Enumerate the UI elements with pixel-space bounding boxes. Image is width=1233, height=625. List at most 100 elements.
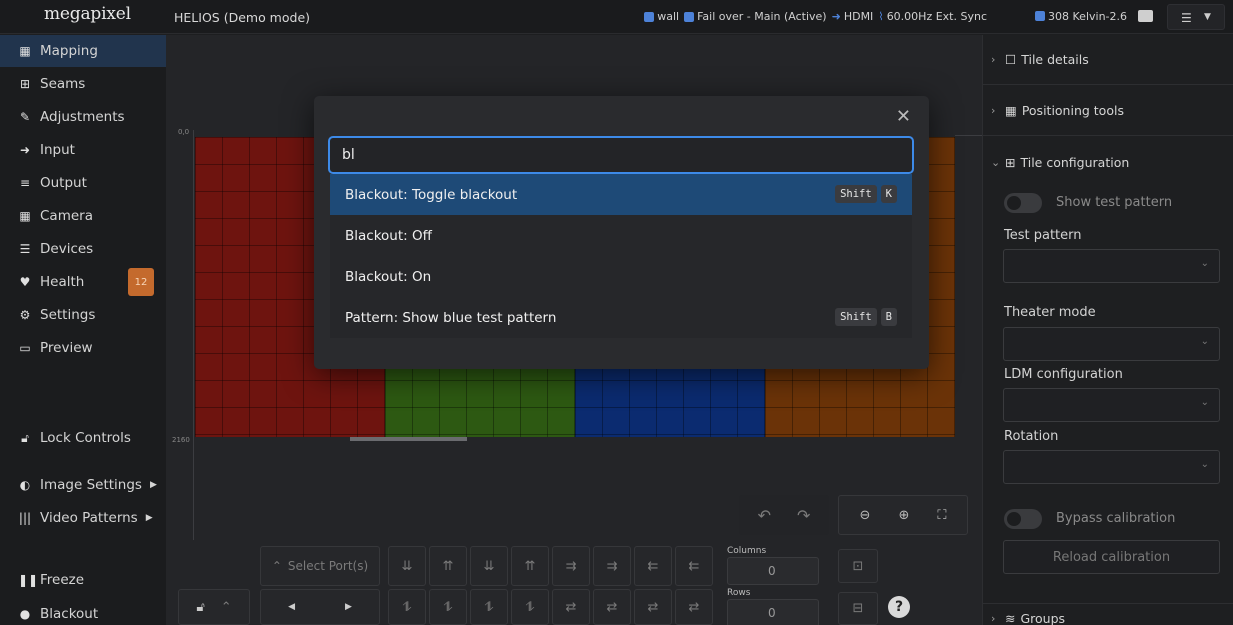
rows-input[interactable]: 0: [727, 599, 819, 625]
routing-pattern-button[interactable]: ⇈: [429, 546, 467, 586]
theater-mode-select[interactable]: ⌄: [1003, 327, 1220, 361]
sidebar-item-output[interactable]: ≡ Output: [0, 167, 166, 199]
blackout-button[interactable]: ● Blackout: [0, 598, 166, 625]
ldm-configuration-label: LDM configuration: [1004, 367, 1123, 382]
ruler-top-label: 0,0: [178, 128, 190, 136]
tile-configuration-section[interactable]: ⌄ ⊞ Tile configuration: [983, 137, 1233, 187]
positioning-tools-section[interactable]: › ▦ Positioning tools: [983, 86, 1233, 136]
sidebar-item-adjustments[interactable]: ✎ Adjustments: [0, 101, 166, 133]
lightbulb-icon: ●: [19, 607, 31, 621]
sidebar-item-seams[interactable]: ⊞ Seams: [0, 68, 166, 100]
sidebar-item-settings[interactable]: ⚙ Settings: [0, 299, 166, 331]
routing-pattern-button[interactable]: ⇉: [593, 546, 631, 586]
chat-icon: [1138, 10, 1153, 22]
scroll-thumb[interactable]: [350, 437, 467, 441]
chevron-right-icon: ›: [991, 53, 996, 66]
command-search-input[interactable]: [328, 136, 914, 174]
zoom-out-icon[interactable]: ⊖: [860, 508, 871, 523]
routing-pattern-button[interactable]: ⇄: [634, 589, 672, 625]
chevron-up-icon[interactable]: ⌃: [221, 600, 232, 615]
caret-left-icon[interactable]: ◀: [288, 602, 295, 612]
status-color-temp[interactable]: 308 Kelvin-2.6: [1035, 10, 1127, 23]
routing-pattern-button[interactable]: ⇈: [511, 546, 549, 586]
heart-icon: ♥: [19, 275, 31, 289]
routing-pattern-button[interactable]: ⇉: [552, 546, 590, 586]
tile-details-section[interactable]: › ☐ Tile details: [983, 35, 1233, 85]
routing-pattern-button[interactable]: ⇊: [470, 546, 508, 586]
status-failover[interactable]: Fail over - Main (Active): [684, 10, 827, 23]
sidebar-item-input[interactable]: ➜ Input: [0, 134, 166, 166]
rotation-select[interactable]: ⌄: [1003, 450, 1220, 484]
show-test-pattern-toggle[interactable]: [1004, 193, 1042, 213]
reload-calibration-button[interactable]: Reload calibration: [1003, 540, 1220, 574]
routing-pattern-button[interactable]: ⇇: [675, 546, 713, 586]
routing-pattern-button[interactable]: ⇄: [552, 589, 590, 625]
image-settings-menu[interactable]: ◐ Image Settings ▶: [0, 469, 166, 501]
routing-pattern-button[interactable]: ⇊: [388, 546, 426, 586]
routing-pattern-button[interactable]: ⇄: [675, 589, 713, 625]
top-bar: megapixel HELIOS (Demo mode) wall Fail o…: [0, 0, 1233, 34]
routing-pattern-button[interactable]: ⥮: [429, 589, 467, 625]
command-result-item[interactable]: Pattern: Show blue test pattern Shift B: [330, 297, 912, 338]
align-button[interactable]: ⊟: [838, 592, 878, 625]
shortcut-key: Shift: [835, 185, 877, 203]
select-ports-button[interactable]: ⌃ Select Port(s): [260, 546, 380, 586]
routing-pattern-button[interactable]: ⥮: [388, 589, 426, 625]
sidebar-item-mapping[interactable]: ▦ Mapping: [0, 35, 166, 67]
database-icon: ☰: [1181, 11, 1192, 25]
lock-controls-button[interactable]: 🔓︎ Lock Controls: [0, 422, 166, 454]
help-button[interactable]: ?: [888, 596, 910, 618]
zoom-in-icon[interactable]: ⊕: [898, 508, 909, 523]
contrast-icon: ◐: [19, 478, 31, 492]
lock-toggle-group: 🔓︎ ⌃: [178, 589, 250, 625]
command-result-item[interactable]: Blackout: Toggle blackout Shift K: [330, 174, 912, 215]
video-patterns-menu[interactable]: ||| Video Patterns ▶: [0, 502, 166, 534]
caret-right-icon: ▶: [149, 480, 157, 490]
routing-pattern-button[interactable]: ⥮: [470, 589, 508, 625]
ruler-bottom-label: 2160: [172, 436, 190, 444]
ldm-configuration-select[interactable]: ⌄: [1003, 388, 1220, 422]
rows-label: Rows: [727, 588, 751, 598]
route-down-icon: ⇊: [483, 558, 495, 574]
sidebar-item-devices[interactable]: ☰ Devices: [0, 233, 166, 265]
command-result-item[interactable]: Blackout: Off: [330, 215, 912, 256]
right-panel: › ☐ Tile details › ▦ Positioning tools ⌄ ⊞ Til…: [982, 35, 1233, 625]
server-menu-button[interactable]: ☰ ▼: [1167, 4, 1225, 30]
monitor-icon: ▭: [19, 341, 31, 355]
align-icon: ⊟: [852, 601, 864, 616]
redo-icon[interactable]: ↷: [797, 506, 810, 525]
history-group: ↶ ↷: [739, 495, 829, 535]
sidebar-item-camera[interactable]: ▦ Camera: [0, 200, 166, 232]
snake-up-icon: ⥮: [525, 599, 535, 615]
sign-in-icon: ➜: [19, 143, 31, 157]
chat-button[interactable]: [1134, 4, 1158, 30]
command-result-item[interactable]: Blackout: On: [330, 256, 912, 297]
test-pattern-label: Test pattern: [1004, 228, 1082, 243]
close-icon[interactable]: ✕: [896, 106, 911, 127]
routing-pattern-button[interactable]: ⇄: [593, 589, 631, 625]
plus-box-icon: ⊞: [19, 77, 31, 91]
status-bar: wall Fail over - Main (Active) ➜ HDMI ⌇ 60…: [644, 10, 987, 23]
snake-up-icon: ⥮: [402, 599, 412, 615]
columns-input[interactable]: 0: [727, 557, 819, 585]
freeze-button[interactable]: ❚❚ Freeze: [0, 564, 166, 596]
status-input[interactable]: ➜ HDMI: [832, 10, 874, 23]
fit-grid-button[interactable]: ⊡: [838, 549, 878, 583]
rotation-label: Rotation: [1004, 429, 1059, 444]
unlock-icon[interactable]: 🔓︎: [196, 600, 204, 615]
caret-right-icon[interactable]: ▶: [345, 602, 352, 612]
status-wall[interactable]: wall: [644, 10, 679, 23]
groups-section[interactable]: › ≋ Groups: [983, 603, 1233, 625]
routing-pattern-button[interactable]: ⇇: [634, 546, 672, 586]
test-pattern-select[interactable]: ⌄: [1003, 249, 1220, 283]
grid-icon: ▦: [19, 44, 31, 58]
chevron-down-icon: ⌄: [1200, 459, 1209, 470]
sidebar-item-preview[interactable]: ▭ Preview: [0, 332, 166, 364]
undo-icon[interactable]: ↶: [758, 506, 771, 525]
bypass-calibration-toggle[interactable]: [1004, 509, 1042, 529]
theater-mode-label: Theater mode: [1004, 305, 1096, 320]
routing-pattern-button[interactable]: ⥮: [511, 589, 549, 625]
status-sync[interactable]: ⌇ 60.00Hz Ext. Sync: [878, 10, 987, 23]
pulse-icon: ⌇: [878, 10, 884, 23]
fit-screen-icon[interactable]: ⛶: [937, 508, 946, 523]
